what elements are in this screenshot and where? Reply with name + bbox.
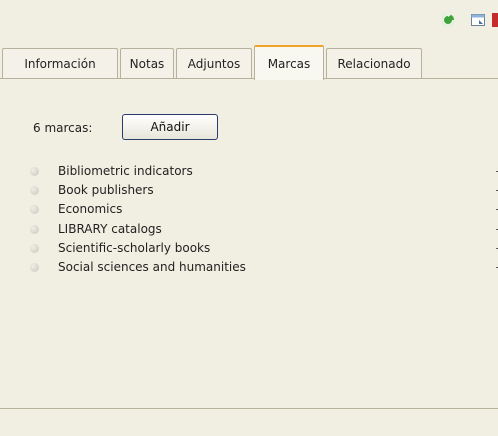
tag-bullet-icon [30,224,39,234]
tag-item[interactable]: LIBRARY catalogs - [30,220,498,239]
tag-item[interactable]: Scientific-scholarly books - [30,239,498,258]
tag-count-label: 6 marcas: [33,121,93,135]
tab-bar: Información Notas Adjuntos Marcas Relaci… [0,44,498,80]
tag-bullet-icon [30,167,39,176]
status-strip [0,409,498,436]
close-icon[interactable] [492,12,498,28]
tag-label[interactable]: LIBRARY catalogs [58,220,162,239]
tab-marcas[interactable]: Marcas [254,45,324,80]
tag-bullet-icon [30,243,39,253]
tag-item[interactable]: Social sciences and humanities - [30,258,498,277]
tag-label[interactable]: Social sciences and humanities [58,258,246,277]
tag-label[interactable]: Bibliometric indicators [58,162,193,181]
tag-bullet-icon [30,262,39,272]
tab-adjuntos[interactable]: Adjuntos [176,48,252,78]
refresh-icon[interactable] [440,12,456,28]
toolbar [0,0,498,44]
add-tag-button[interactable]: Añadir [122,114,218,140]
tag-list: Bibliometric indicators - Book publisher… [30,162,498,277]
window-icon[interactable] [470,12,486,28]
tab-relacionado[interactable]: Relacionado [326,48,422,78]
tag-item[interactable]: Bibliometric indicators - [30,162,498,181]
tag-item[interactable]: Book publishers - [30,181,498,200]
tag-label[interactable]: Book publishers [58,181,154,200]
tag-bullet-icon [30,205,39,215]
tab-notas[interactable]: Notas [120,48,174,78]
tag-label[interactable]: Economics [58,200,122,219]
tag-item[interactable]: Economics - [30,200,498,219]
tab-informacion[interactable]: Información [2,48,118,78]
tags-panel: 6 marcas: Añadir Bibliometric indicators… [0,78,498,409]
tag-label[interactable]: Scientific-scholarly books [58,239,210,258]
tag-bullet-icon [30,186,39,196]
